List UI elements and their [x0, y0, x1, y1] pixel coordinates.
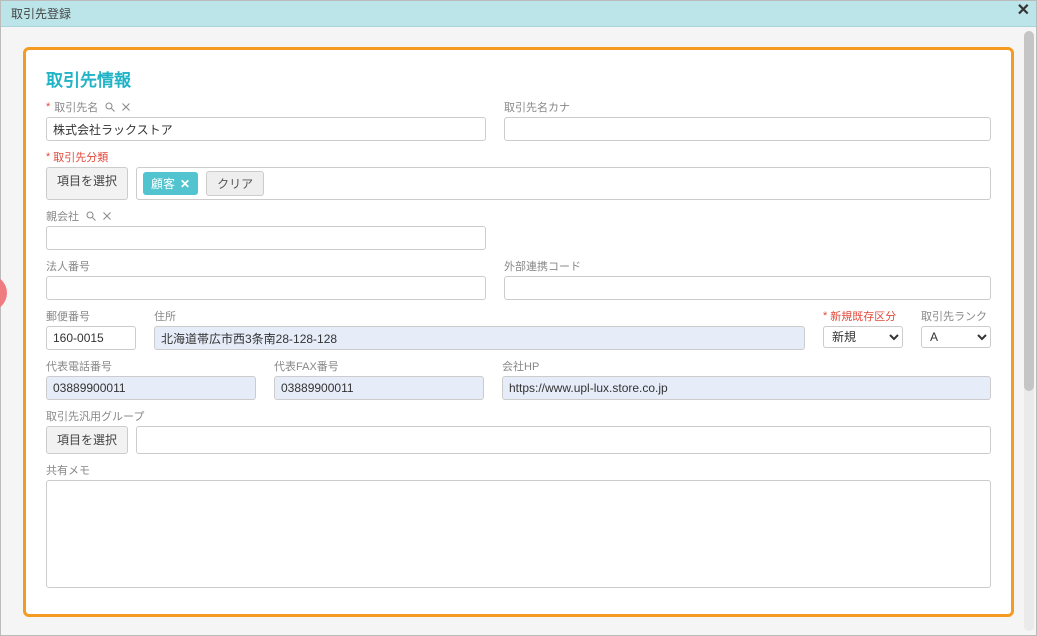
website-input[interactable]	[502, 376, 991, 400]
label-company-kana: 取引先名カナ	[504, 99, 991, 115]
label-fax: 代表FAX番号	[274, 358, 484, 374]
label-external-code: 外部連携コード	[504, 258, 991, 274]
search-icon[interactable]	[85, 210, 97, 222]
close-icon[interactable]: ✕	[1017, 3, 1030, 19]
company-name-input[interactable]	[46, 117, 486, 141]
classification-tagbox[interactable]: 顧客 ✕ クリア	[136, 167, 991, 200]
label-memo: 共有メモ	[46, 462, 991, 478]
label-website: 会社HP	[502, 358, 991, 374]
scrollbar-thumb[interactable]	[1024, 31, 1034, 391]
clear-icon[interactable]	[120, 101, 132, 113]
postal-input[interactable]	[46, 326, 136, 350]
rank-select[interactable]: ABC	[921, 326, 991, 348]
search-icon[interactable]	[104, 101, 116, 113]
content-frame: 2 取引先情報 * 取引先名 取引先名カナ	[23, 47, 1014, 617]
clear-button[interactable]: クリア	[206, 171, 264, 196]
label-company-name: * 取引先名	[46, 99, 486, 115]
scrollbar-track[interactable]	[1024, 31, 1034, 631]
tel-input[interactable]	[46, 376, 256, 400]
label-group: 取引先汎用グループ	[46, 408, 991, 424]
label-classification: *取引先分類	[46, 149, 991, 165]
label-address: 住所	[154, 308, 805, 324]
label-postal: 郵便番号	[46, 308, 136, 324]
modal-header: 取引先登録 ✕	[1, 1, 1036, 27]
address-input[interactable]	[154, 326, 805, 350]
label-rank: 取引先ランク	[921, 308, 991, 324]
tag-remove-icon[interactable]: ✕	[180, 177, 190, 191]
select-item-button-classification[interactable]: 項目を選択	[46, 167, 128, 200]
step-badge: 2	[0, 275, 7, 311]
fax-input[interactable]	[274, 376, 484, 400]
select-item-button-group[interactable]: 項目を選択	[46, 426, 128, 454]
classification-tag-label: 顧客	[151, 175, 175, 192]
group-tagbox[interactable]	[136, 426, 991, 454]
required-asterisk: *	[46, 101, 50, 113]
clear-icon[interactable]	[101, 210, 113, 222]
new-exist-select[interactable]: 新規既存	[823, 326, 903, 348]
classification-tag: 顧客 ✕	[143, 172, 198, 195]
external-code-input[interactable]	[504, 276, 991, 300]
label-parent-company: 親会社	[46, 208, 486, 224]
label-corporate-number: 法人番号	[46, 258, 486, 274]
parent-company-input[interactable]	[46, 226, 486, 250]
corporate-number-input[interactable]	[46, 276, 486, 300]
section-title: 取引先情報	[46, 66, 991, 91]
memo-textarea[interactable]	[46, 480, 991, 588]
modal-title: 取引先登録	[11, 7, 71, 21]
modal-dialog: 取引先登録 ✕ 2 取引先情報 * 取引先名 取引先名カナ	[0, 0, 1037, 636]
label-tel: 代表電話番号	[46, 358, 256, 374]
label-new-exist: *新規既存区分	[823, 308, 903, 324]
company-kana-input[interactable]	[504, 117, 991, 141]
